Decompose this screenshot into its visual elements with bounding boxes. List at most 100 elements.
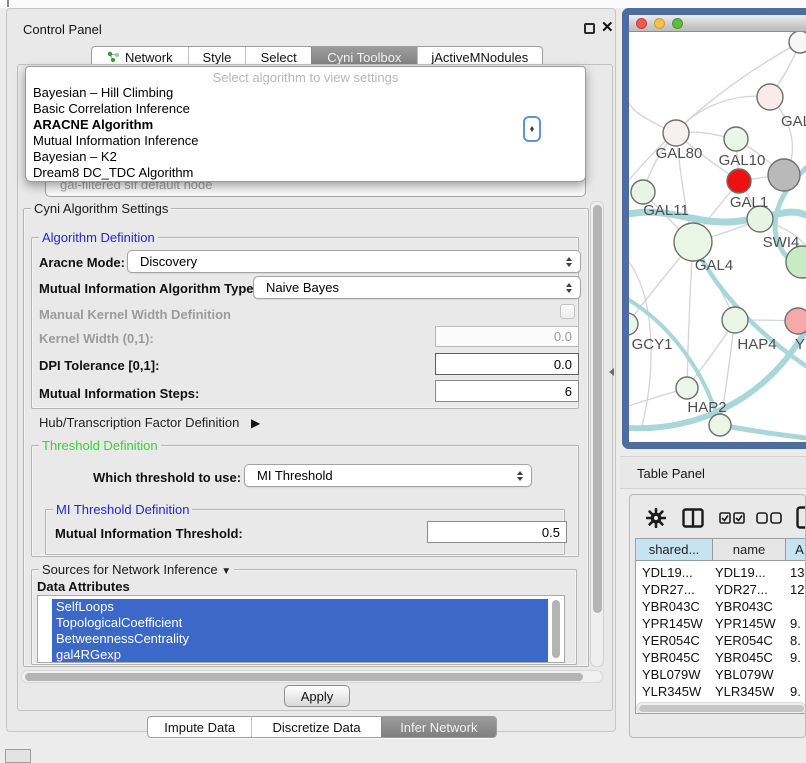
cell-val-4[interactable]: 8. (790, 633, 801, 648)
apply-button-label: Apply (301, 689, 334, 704)
deselect-all-checkboxes-icon[interactable] (756, 512, 782, 524)
node-table[interactable]: shared... name A YDL19... YDL19... 13 YD… (635, 538, 806, 714)
network-view-window[interactable]: GAL GAL80 GAL10 GAL1 GAL11 SWI4 GAL4 GCY… (622, 8, 806, 449)
cell-name-7[interactable]: YLR345W (715, 684, 774, 699)
dpi-tolerance-field[interactable] (435, 353, 579, 375)
settings-vertical-scrollbar-thumb[interactable] (593, 205, 602, 613)
cell-shared-4[interactable]: YER054C (642, 633, 700, 648)
hub-definition-expander[interactable]: Hub/Transcription Factor Definition ▶ (39, 415, 260, 430)
node-gcy1[interactable] (629, 313, 638, 335)
apply-button[interactable]: Apply (284, 685, 350, 707)
column-header-partial-label: A (795, 542, 804, 557)
which-threshold-combobox[interactable]: MI Threshold (244, 464, 532, 487)
manual-kernel-checkbox[interactable] (560, 304, 575, 319)
close-panel-button[interactable]: ✕ (601, 18, 614, 36)
tab-network-label: Network (125, 50, 173, 65)
mi-threshold-field[interactable] (427, 521, 567, 543)
function-builder-icon[interactable] (796, 506, 806, 529)
column-header-shared-name-label: shared... (649, 542, 700, 557)
hub-expander-arrow-icon: ▶ (251, 416, 260, 430)
cell-name-5[interactable]: YBR045C (715, 650, 773, 665)
node-gal4[interactable] (674, 223, 712, 261)
sources-title[interactable]: Sources for Network Inference ▼ (39, 562, 234, 577)
table-horizontal-scrollbar-thumb[interactable] (639, 705, 804, 712)
cell-name-6[interactable]: YBL079W (715, 667, 774, 682)
settings-gear-icon[interactable] (646, 508, 666, 528)
float-panel-button[interactable] (584, 23, 595, 34)
algorithm-option-dream8[interactable]: Dream8 DC_TDC Algorithm (33, 165, 193, 181)
attribute-item-gal4rgexp[interactable]: gal4RGexp (52, 647, 548, 663)
cell-val-1[interactable]: 12 (790, 582, 804, 597)
cell-name-0[interactable]: YDL19... (715, 565, 766, 580)
cell-shared-3[interactable]: YPR145W (642, 616, 703, 631)
node-gal10[interactable] (724, 127, 748, 151)
node-pink-right[interactable] (785, 308, 806, 334)
node-gal1[interactable] (727, 169, 751, 193)
settings-horizontal-scrollbar[interactable] (21, 670, 603, 683)
tab-discretize-data[interactable]: Discretize Data (251, 717, 380, 737)
cell-shared-6[interactable]: YBL079W (642, 667, 701, 682)
kernel-width-field[interactable] (435, 326, 579, 347)
mi-steps-field[interactable] (435, 380, 579, 402)
select-all-checkboxes-icon[interactable] (719, 512, 745, 524)
cell-name-4[interactable]: YER054C (715, 633, 773, 648)
column-header-partial[interactable]: A (786, 539, 806, 561)
attribute-item-selfloops[interactable]: SelfLoops (52, 599, 548, 615)
dpi-tolerance-label: DPI Tolerance [0,1]: (39, 358, 159, 373)
settings-horizontal-scrollbar-thumb[interactable] (25, 673, 583, 681)
table-horizontal-scrollbar[interactable] (636, 702, 806, 714)
attributes-scrollbar-thumb[interactable] (552, 600, 560, 658)
cell-val-5[interactable]: 9. (790, 650, 801, 665)
cell-val-3[interactable]: 9. (790, 616, 801, 631)
splitter-collapse-arrow[interactable] (609, 368, 614, 376)
cell-shared-0[interactable]: YDL19... (642, 565, 693, 580)
cell-val-7[interactable]: 9. (790, 684, 801, 699)
node-unlabeled-top[interactable] (789, 32, 806, 53)
sources-collapse-arrow-icon: ▼ (221, 566, 231, 577)
mi-type-combobox[interactable]: Naive Bayes (253, 276, 581, 299)
algorithm-option-basic-correlation[interactable]: Basic Correlation Inference (33, 101, 190, 117)
node-gal-partial[interactable] (757, 84, 783, 110)
combobox-focus-arrows[interactable] (523, 116, 541, 142)
cell-val-0[interactable]: 13 (790, 565, 804, 580)
show-columns-icon[interactable] (682, 508, 704, 528)
node-bottom[interactable] (709, 414, 731, 436)
cell-shared-1[interactable]: YDR27... (642, 582, 695, 597)
cell-shared-5[interactable]: YBR045C (642, 650, 700, 665)
node-gal80[interactable] (663, 120, 689, 146)
aracne-mode-combobox[interactable]: Discovery (127, 250, 581, 273)
node-hap2[interactable] (676, 377, 698, 399)
cell-name-1[interactable]: YDR27... (715, 582, 768, 597)
algorithm-option-hill-climbing[interactable]: Bayesian – Hill Climbing (33, 85, 173, 101)
data-attributes-list[interactable]: SelfLoops TopologicalCoefficient Between… (37, 595, 565, 663)
algorithm-option-aracne[interactable]: ARACNE Algorithm (33, 117, 153, 133)
bottom-tab-bar: Impute Data Discretize Data Infer Networ… (147, 716, 497, 738)
attribute-item-topologicalcoefficient[interactable]: TopologicalCoefficient (52, 615, 548, 631)
algorithm-option-bayesian-k2[interactable]: Bayesian – K2 (33, 149, 117, 165)
network-window-titlebar[interactable] (629, 15, 806, 32)
tab-impute-data[interactable]: Impute Data (148, 717, 251, 737)
network-canvas[interactable]: GAL GAL80 GAL10 GAL1 GAL11 SWI4 GAL4 GCY… (629, 32, 806, 442)
algorithm-option-mutual-information[interactable]: Mutual Information Inference (33, 133, 198, 149)
close-window-icon[interactable] (636, 18, 647, 29)
attribute-item-betweennesscentrality[interactable]: BetweennessCentrality (52, 631, 548, 647)
node-gray[interactable] (768, 159, 800, 191)
zoom-window-icon[interactable] (672, 18, 683, 29)
settings-vertical-scrollbar[interactable] (590, 201, 604, 667)
cell-shared-7[interactable]: YLR345W (642, 684, 701, 699)
minimize-window-icon[interactable] (654, 18, 665, 29)
label-gal11: GAL11 (643, 202, 689, 219)
mi-type-label: Mutual Information Algorithm Type: (39, 281, 258, 296)
cell-name-3[interactable]: YPR145W (715, 616, 776, 631)
node-gal11[interactable] (631, 180, 655, 204)
label-gal-partial: GAL (781, 113, 806, 130)
tab-infer-network-label: Infer Network (400, 720, 477, 735)
column-header-name[interactable]: name (713, 539, 786, 561)
label-gal10: GAL10 (719, 152, 766, 169)
node-hap4[interactable] (722, 307, 748, 333)
cell-shared-2[interactable]: YBR043C (642, 599, 700, 614)
cell-name-2[interactable]: YBR043C (715, 599, 773, 614)
bottom-left-widget[interactable] (5, 749, 31, 763)
column-header-shared-name[interactable]: shared... (636, 539, 713, 561)
tab-infer-network[interactable]: Infer Network (381, 717, 496, 737)
